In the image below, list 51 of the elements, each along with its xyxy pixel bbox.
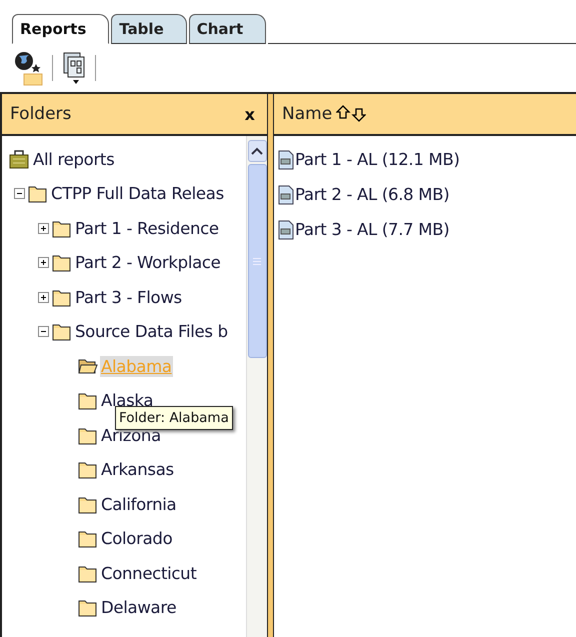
folder-icon xyxy=(78,426,98,445)
pane-splitter[interactable] xyxy=(267,94,274,637)
sort-icon[interactable] xyxy=(336,105,366,123)
folder-icon xyxy=(78,391,98,410)
globe-folder-icon[interactable] xyxy=(14,50,44,86)
tab[interactable]: Reports xyxy=(12,14,110,44)
folder-icon xyxy=(52,218,72,238)
caret-icon xyxy=(251,147,263,155)
tree-item[interactable]: Part 1 - Residence xyxy=(74,218,220,239)
expander-icon[interactable] xyxy=(38,257,49,268)
expander-icon[interactable] xyxy=(38,292,49,303)
folder-icon xyxy=(52,253,72,272)
folder-icon xyxy=(78,494,98,514)
briefcase-icon xyxy=(8,148,30,170)
document-icon xyxy=(278,150,294,170)
tree-item[interactable]: Part 3 - Flows xyxy=(74,286,183,308)
name-column-header[interactable]: Name xyxy=(282,104,332,124)
document-icon xyxy=(278,184,294,204)
file-link[interactable]: Part 3 - AL (7.7 MB) xyxy=(295,220,450,239)
close-button[interactable]: x xyxy=(240,104,259,124)
folder-icon xyxy=(78,598,98,618)
open-folder-icon xyxy=(78,357,98,376)
folder-icon xyxy=(78,564,98,583)
expander-icon[interactable] xyxy=(38,222,49,234)
file-link[interactable]: Part 1 - AL (12.1 MB) xyxy=(295,150,460,169)
scroll-thumb[interactable] xyxy=(248,164,266,358)
folder-icon xyxy=(52,288,72,307)
tooltip: Folder: Alabama xyxy=(115,406,233,430)
scrollbar[interactable] xyxy=(246,136,267,637)
tab[interactable]: Table xyxy=(111,14,187,44)
folder-icon xyxy=(78,529,98,548)
expander-icon[interactable] xyxy=(14,188,25,200)
folder-icon xyxy=(28,184,48,204)
tree-item[interactable]: CTPP Full Data Releas xyxy=(50,183,225,204)
tab[interactable]: Chart xyxy=(188,14,266,44)
tree-item[interactable]: All reports xyxy=(32,148,116,170)
tree-item[interactable]: Part 2 - Workplace xyxy=(74,252,222,274)
document-icon xyxy=(278,220,294,240)
tree-item[interactable]: Delaware xyxy=(100,597,178,618)
tree-item[interactable]: Colorado xyxy=(100,528,174,550)
file-link[interactable]: Part 2 - AL (6.8 MB) xyxy=(295,185,450,204)
tree-item[interactable]: California xyxy=(100,494,178,515)
scroll-up-button[interactable] xyxy=(248,140,266,162)
layout-dropdown-icon[interactable] xyxy=(61,51,87,85)
tree-item[interactable]: Source Data Files b xyxy=(74,321,229,342)
folder-icon xyxy=(78,460,98,480)
folder-icon xyxy=(52,322,72,342)
expander-icon[interactable] xyxy=(38,326,49,338)
tree-item[interactable]: Connecticut xyxy=(100,562,198,584)
pane-title: Folders xyxy=(10,104,72,124)
tree-item[interactable]: Arkansas xyxy=(100,459,175,480)
